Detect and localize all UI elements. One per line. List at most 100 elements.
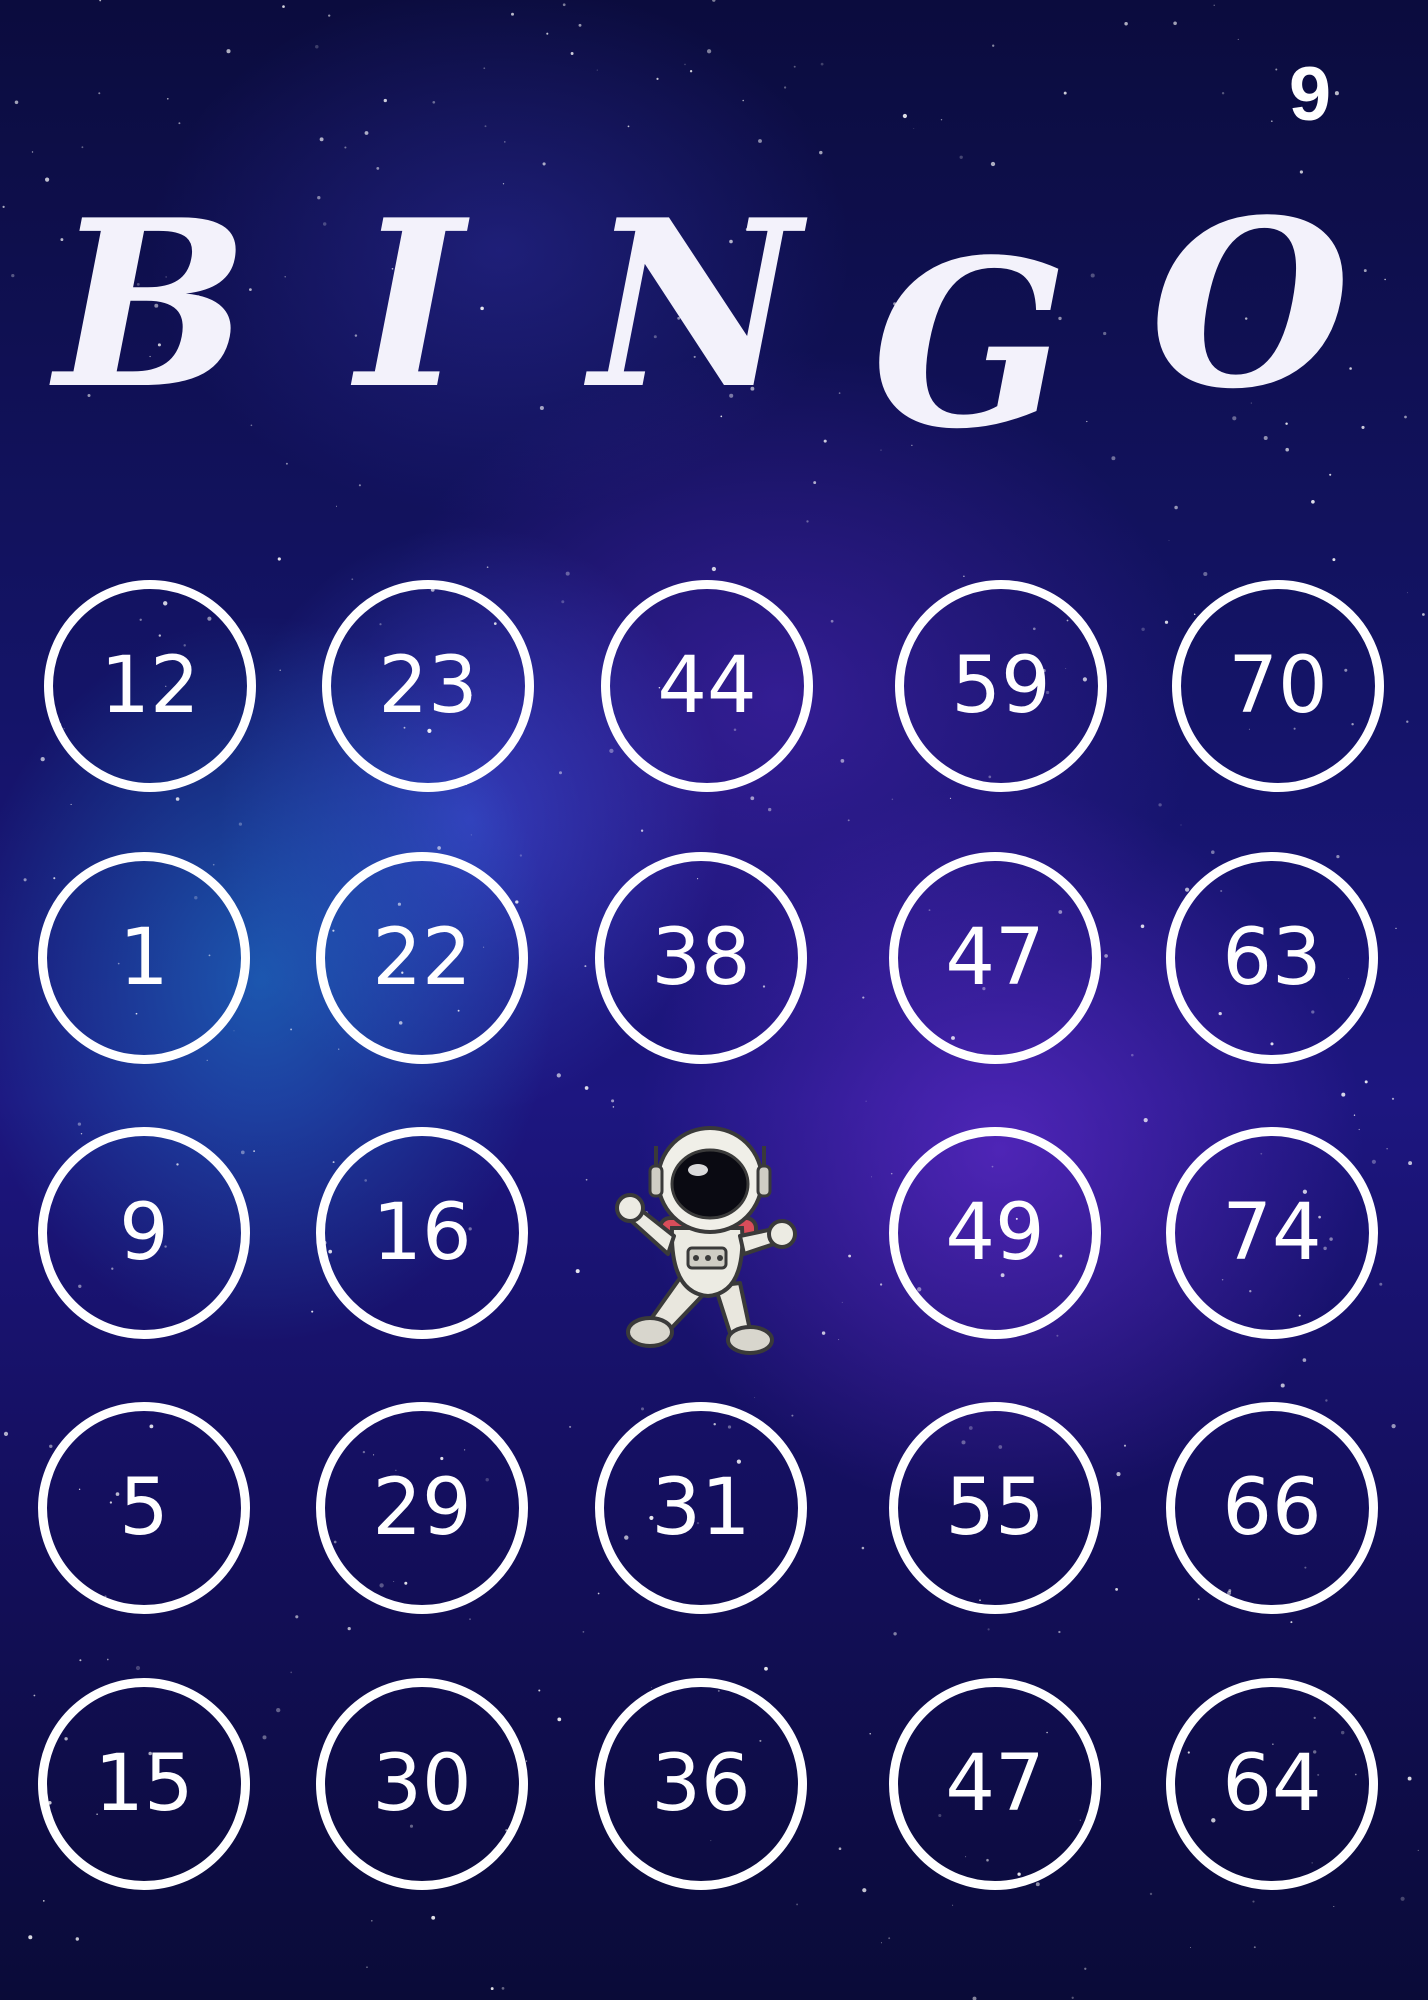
bingo-cell-n5[interactable]: 36 — [595, 1678, 807, 1890]
star — [987, 1628, 990, 1631]
star — [1193, 613, 1196, 615]
bingo-cell-o2[interactable]: 63 — [1166, 852, 1378, 1064]
star — [569, 1425, 572, 1428]
star — [806, 520, 809, 523]
star — [1149, 1892, 1153, 1896]
bingo-cell-i2[interactable]: 22 — [316, 852, 528, 1064]
star — [1189, 1946, 1191, 1948]
star — [559, 771, 562, 775]
bingo-cell-g4[interactable]: 55 — [889, 1402, 1101, 1614]
star — [1123, 1444, 1127, 1447]
star — [584, 1086, 589, 1090]
star — [861, 1546, 865, 1550]
star — [1407, 592, 1408, 594]
star — [848, 1254, 852, 1258]
star — [819, 150, 823, 155]
bingo-cell-b2[interactable]: 1 — [38, 852, 250, 1064]
star — [33, 1694, 36, 1697]
bingo-cell-o4[interactable]: 66 — [1166, 1402, 1378, 1614]
star — [45, 177, 50, 182]
star — [838, 1847, 842, 1851]
star — [519, 854, 523, 857]
star — [823, 439, 827, 443]
bingo-cell-b4[interactable]: 5 — [38, 1402, 250, 1614]
star — [712, 0, 716, 2]
bingo-cell-i1[interactable]: 23 — [322, 580, 534, 792]
star — [1173, 21, 1177, 26]
star — [597, 1592, 600, 1595]
bingo-cell-g3[interactable]: 49 — [889, 1127, 1101, 1339]
star — [1058, 1630, 1061, 1634]
star — [1406, 720, 1409, 723]
star — [1386, 1148, 1388, 1150]
star — [279, 669, 281, 671]
star — [175, 797, 180, 801]
star — [432, 100, 436, 104]
star — [1056, 1334, 1059, 1337]
bingo-cell-i5[interactable]: 30 — [316, 1678, 528, 1890]
bingo-cell-b5[interactable]: 15 — [38, 1678, 250, 1890]
title-letter-n: N — [590, 170, 801, 440]
star — [585, 1178, 588, 1181]
star — [1358, 1128, 1360, 1131]
star — [890, 1172, 893, 1175]
bingo-cell-g1[interactable]: 59 — [895, 580, 1107, 792]
bingo-cell-i3[interactable]: 16 — [316, 1127, 528, 1339]
bingo-cell-n4[interactable]: 31 — [595, 1402, 807, 1614]
title-letter-i: I — [356, 170, 464, 440]
bingo-cell-b3[interactable]: 9 — [38, 1127, 250, 1339]
star — [1353, 1114, 1356, 1116]
star — [706, 49, 712, 54]
star — [290, 1028, 293, 1031]
free-space-astronaut-icon[interactable] — [610, 1118, 800, 1358]
star — [1290, 1621, 1293, 1624]
star — [344, 146, 347, 149]
star — [290, 1671, 293, 1674]
bingo-cell-g5[interactable]: 47 — [889, 1678, 1101, 1890]
star — [1104, 954, 1108, 958]
bingo-cell-i4[interactable]: 29 — [316, 1402, 528, 1614]
star — [1203, 571, 1208, 577]
bingo-cell-n1[interactable]: 44 — [601, 580, 813, 792]
star — [754, 1397, 756, 1399]
star — [135, 1665, 141, 1671]
star — [830, 619, 834, 623]
star — [262, 1735, 267, 1740]
star — [813, 481, 817, 485]
star — [893, 1632, 897, 1636]
star — [862, 996, 865, 999]
star — [990, 161, 996, 167]
star — [869, 1733, 871, 1735]
star — [358, 484, 361, 487]
star — [793, 65, 796, 68]
bingo-cell-o3[interactable]: 74 — [1166, 1127, 1378, 1339]
star — [557, 1717, 562, 1722]
star — [79, 1659, 82, 1662]
star — [42, 1900, 45, 1902]
bingo-cell-g2[interactable]: 47 — [889, 852, 1101, 1064]
star — [319, 137, 324, 142]
star — [1111, 456, 1116, 461]
star — [1302, 1358, 1307, 1362]
star — [584, 965, 587, 968]
star — [838, 392, 841, 394]
star — [596, 69, 598, 71]
star — [332, 1161, 335, 1164]
bingo-cell-b1[interactable]: 12 — [44, 580, 256, 792]
star — [1400, 1896, 1405, 1901]
bingo-cell-o5[interactable]: 64 — [1166, 1678, 1378, 1890]
star — [23, 878, 27, 882]
star — [31, 151, 34, 153]
star — [1422, 613, 1425, 616]
star — [952, 1904, 954, 1906]
bingo-cell-o1[interactable]: 70 — [1172, 580, 1384, 792]
star — [1341, 1092, 1346, 1097]
star — [14, 100, 19, 105]
star — [888, 1937, 891, 1940]
star — [3, 1431, 9, 1436]
star — [53, 877, 56, 880]
star — [1197, 1598, 1200, 1601]
star — [1407, 1776, 1412, 1781]
star — [77, 1122, 82, 1126]
bingo-cell-n2[interactable]: 38 — [595, 852, 807, 1064]
